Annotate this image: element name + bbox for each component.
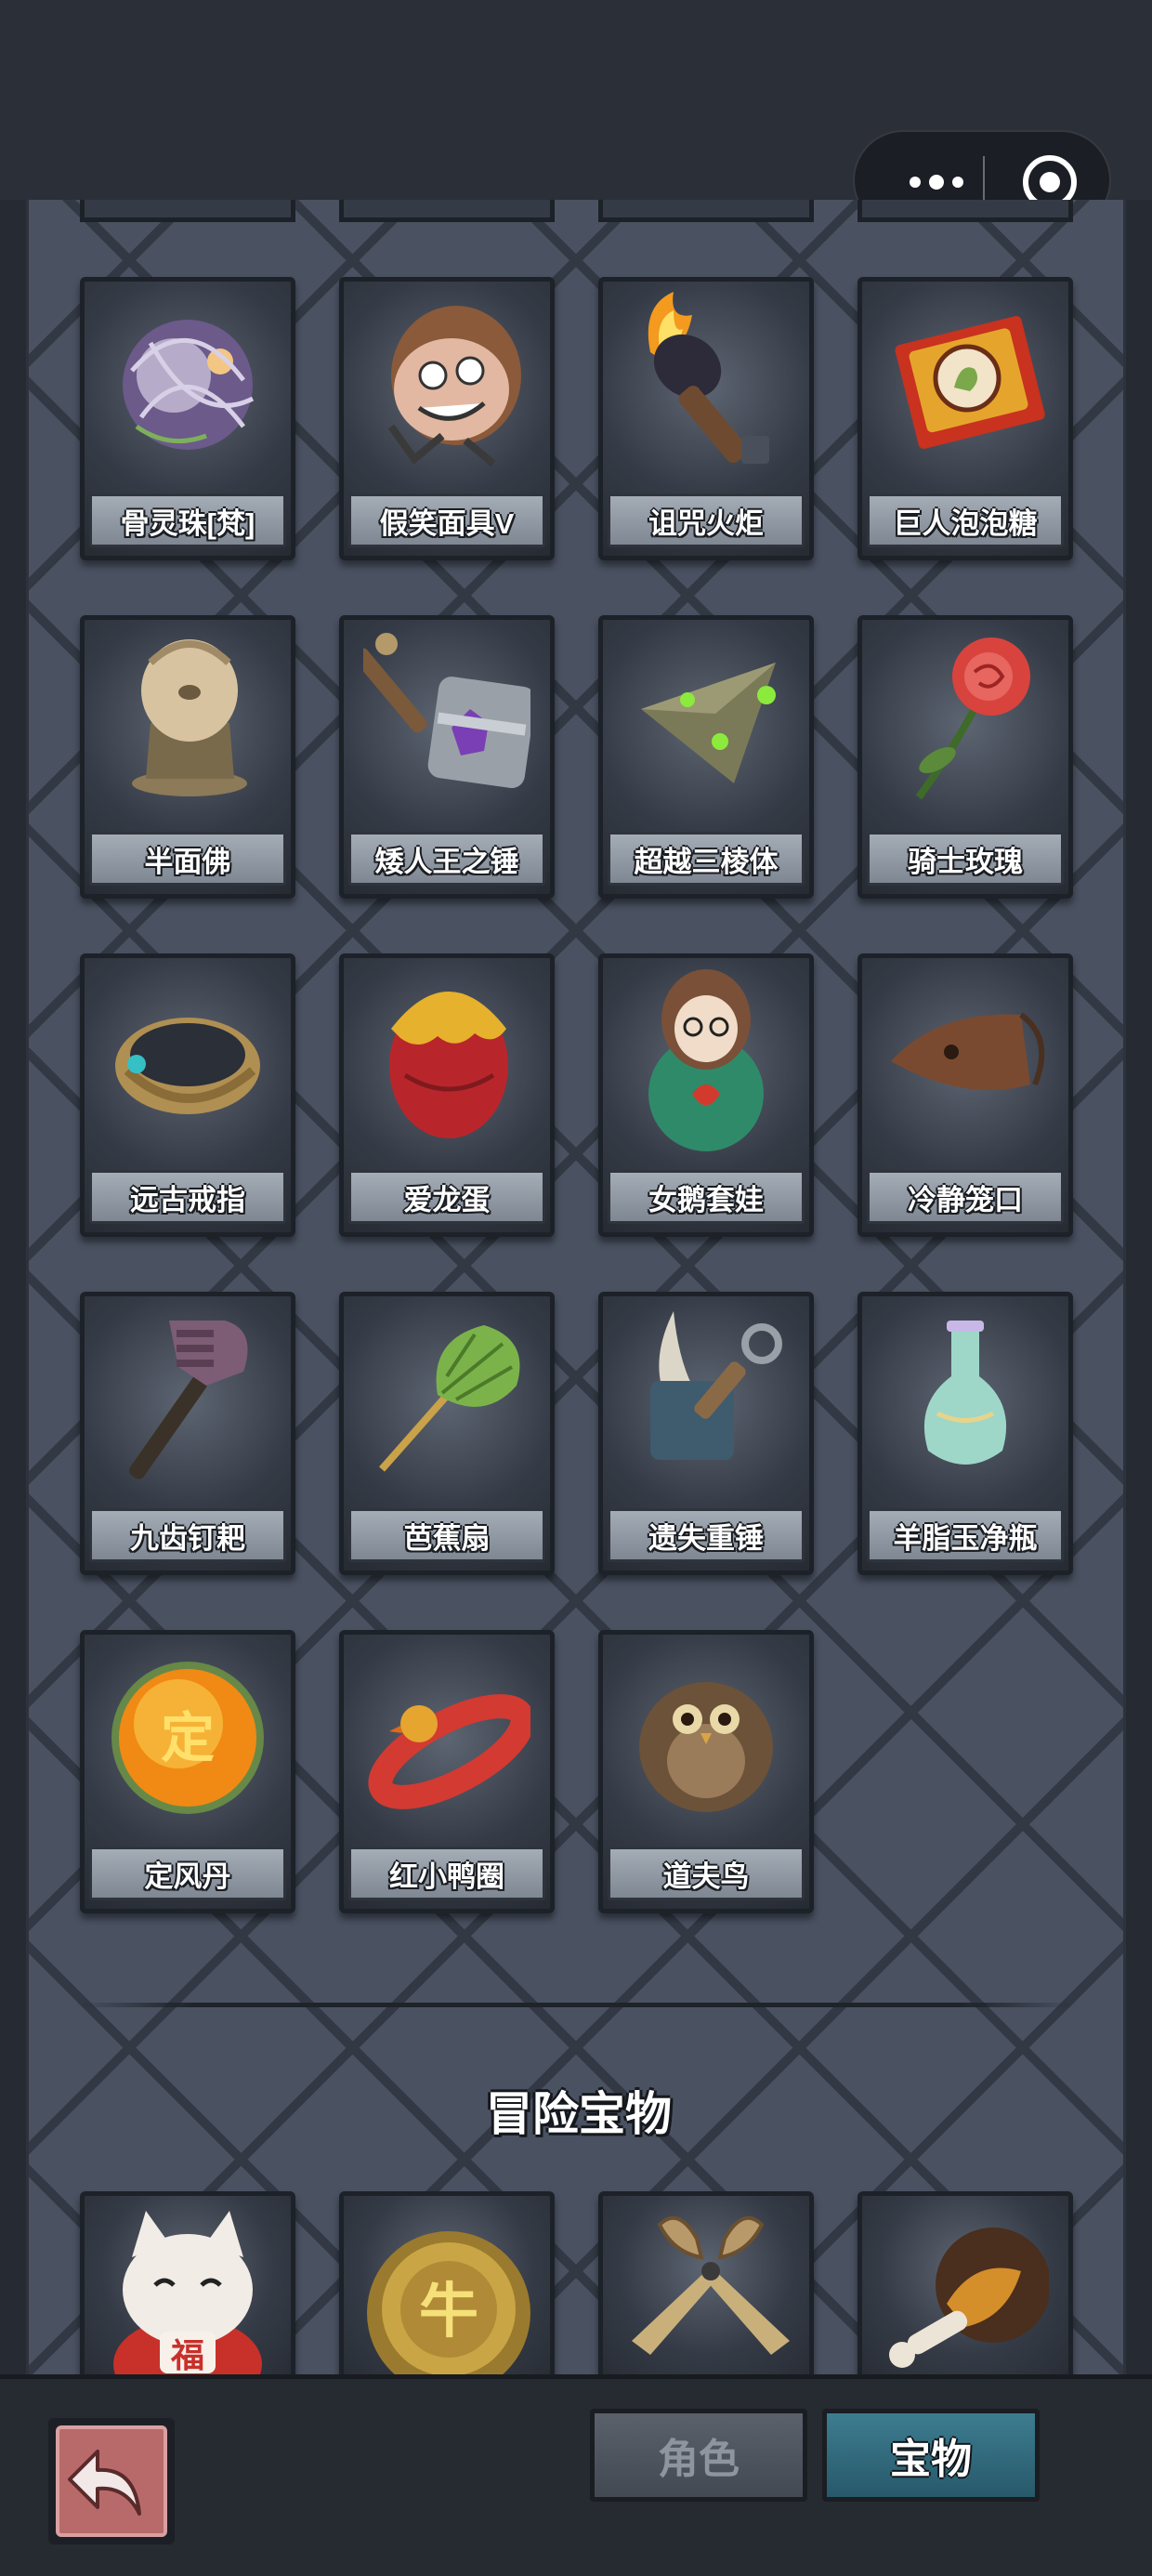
ancient-ring-icon: [115, 1018, 260, 1114]
item-label: 巨人泡泡糖: [867, 493, 1064, 547]
partial-item-card[interactable]: [339, 200, 555, 222]
item-card[interactable]: 半面佛: [80, 615, 295, 899]
tab-role[interactable]: 角色: [590, 2409, 807, 2502]
item-card[interactable]: 矮人王之锤: [339, 615, 555, 899]
wind-pearl-icon: 定: [111, 1662, 264, 1814]
item-label: 道夫鸟: [608, 1847, 805, 1900]
item-label: 假笑面具V: [348, 493, 545, 547]
item-card[interactable]: 骨灵珠[梵]: [80, 277, 295, 560]
item-label: 爱龙蛋: [348, 1170, 545, 1224]
partial-item-card[interactable]: [857, 200, 1073, 222]
svg-text:福: 福: [170, 2336, 204, 2374]
item-card[interactable]: 红小鸭圈: [339, 1630, 555, 1913]
prism-icon: [641, 663, 776, 783]
half-buddha-icon: [132, 639, 247, 796]
item-label: 骑士玫瑰: [867, 832, 1064, 886]
section-title: 冒险宝物: [486, 2088, 672, 2140]
item-label: 冷静笼口: [867, 1170, 1064, 1224]
adventure-item-card[interactable]: 福: [80, 2191, 295, 2374]
item-card[interactable]: 诅咒火炬: [598, 277, 814, 560]
smile-mask-icon: [387, 306, 521, 467]
item-card[interactable]: 冷静笼口: [857, 953, 1073, 1237]
item-card[interactable]: 芭蕉扇: [339, 1292, 555, 1575]
item-card[interactable]: 骑士玫瑰: [857, 615, 1073, 899]
item-card[interactable]: 巨人泡泡糖: [857, 277, 1073, 560]
item-label: 诅咒火炬: [608, 493, 805, 547]
tab-treasure[interactable]: 宝物: [822, 2409, 1040, 2502]
adventure-item-card[interactable]: 牛: [339, 2191, 555, 2374]
item-label: 红小鸭圈: [348, 1847, 545, 1900]
rose-icon: [915, 637, 1030, 800]
adventure-item-card[interactable]: [857, 2191, 1073, 2374]
jade-vase-icon: [923, 1321, 1007, 1465]
gold-coin-icon: 牛: [367, 2231, 530, 2374]
svg-text:定: 定: [161, 1708, 215, 1768]
giant-bubblegum-icon: [895, 316, 1045, 449]
section-divider: [75, 2003, 1079, 2007]
item-label: 芭蕉扇: [348, 1508, 545, 1562]
item-card[interactable]: 爱龙蛋: [339, 953, 555, 1237]
bottom-navigation: 角色 宝物: [0, 2374, 1152, 2576]
dwarf-hammer-icon: [363, 633, 530, 789]
item-card[interactable]: 超越三棱体: [598, 615, 814, 899]
duck-ring-icon: [368, 1694, 530, 1809]
item-label: 半面佛: [89, 832, 286, 886]
nesting-doll-icon: [648, 969, 764, 1151]
item-card[interactable]: 九齿钉耙: [80, 1292, 295, 1575]
item-label: 遗失重锤: [608, 1508, 805, 1562]
partial-item-card[interactable]: [598, 200, 814, 222]
muzzle-icon: [891, 1012, 1045, 1091]
rake-icon: [129, 1321, 248, 1479]
lost-hammer-icon: [650, 1311, 782, 1460]
item-card[interactable]: 女鹅套娃: [598, 953, 814, 1237]
owl-icon: [639, 1682, 773, 1812]
banana-fan-icon: [379, 1325, 520, 1472]
item-label: 羊脂玉净瓶: [867, 1508, 1064, 1562]
item-card[interactable]: 定 定风丹: [80, 1630, 295, 1913]
item-card[interactable]: 假笑面具V: [339, 277, 555, 560]
item-card[interactable]: 远古戒指: [80, 953, 295, 1237]
cursed-torch-icon: [648, 292, 769, 464]
dragon-egg-icon: [389, 992, 508, 1138]
item-label: 九齿钉耙: [89, 1508, 286, 1562]
bone-spirit-orb-icon: [123, 320, 255, 450]
partial-item-card[interactable]: [80, 200, 295, 222]
item-card[interactable]: 羊脂玉净瓶: [857, 1292, 1073, 1575]
svg-text:牛: 牛: [419, 2278, 478, 2345]
item-label: 矮人王之锤: [348, 832, 545, 886]
item-label: 超越三棱体: [608, 832, 805, 886]
item-label: 定风丹: [89, 1847, 286, 1900]
treasure-panel[interactable]: 骨灵珠[梵] 假笑面具V 诅咒火炬 巨人泡泡糖 半面佛 矮人王之锤 超越三棱体 …: [26, 200, 1126, 2374]
scissors-icon: [632, 2215, 790, 2355]
item-label: 骨灵珠[梵]: [89, 493, 286, 547]
lucky-cat-icon: 福: [113, 2211, 262, 2374]
item-label: 远古戒指: [89, 1170, 286, 1224]
item-label: 女鹅套娃: [608, 1170, 805, 1224]
adventure-item-card[interactable]: [598, 2191, 814, 2374]
item-card[interactable]: 遗失重锤: [598, 1292, 814, 1575]
return-arrow-icon[interactable]: [46, 2416, 177, 2546]
item-card[interactable]: 道夫鸟: [598, 1630, 814, 1913]
drumstick-icon: [889, 2228, 1049, 2368]
